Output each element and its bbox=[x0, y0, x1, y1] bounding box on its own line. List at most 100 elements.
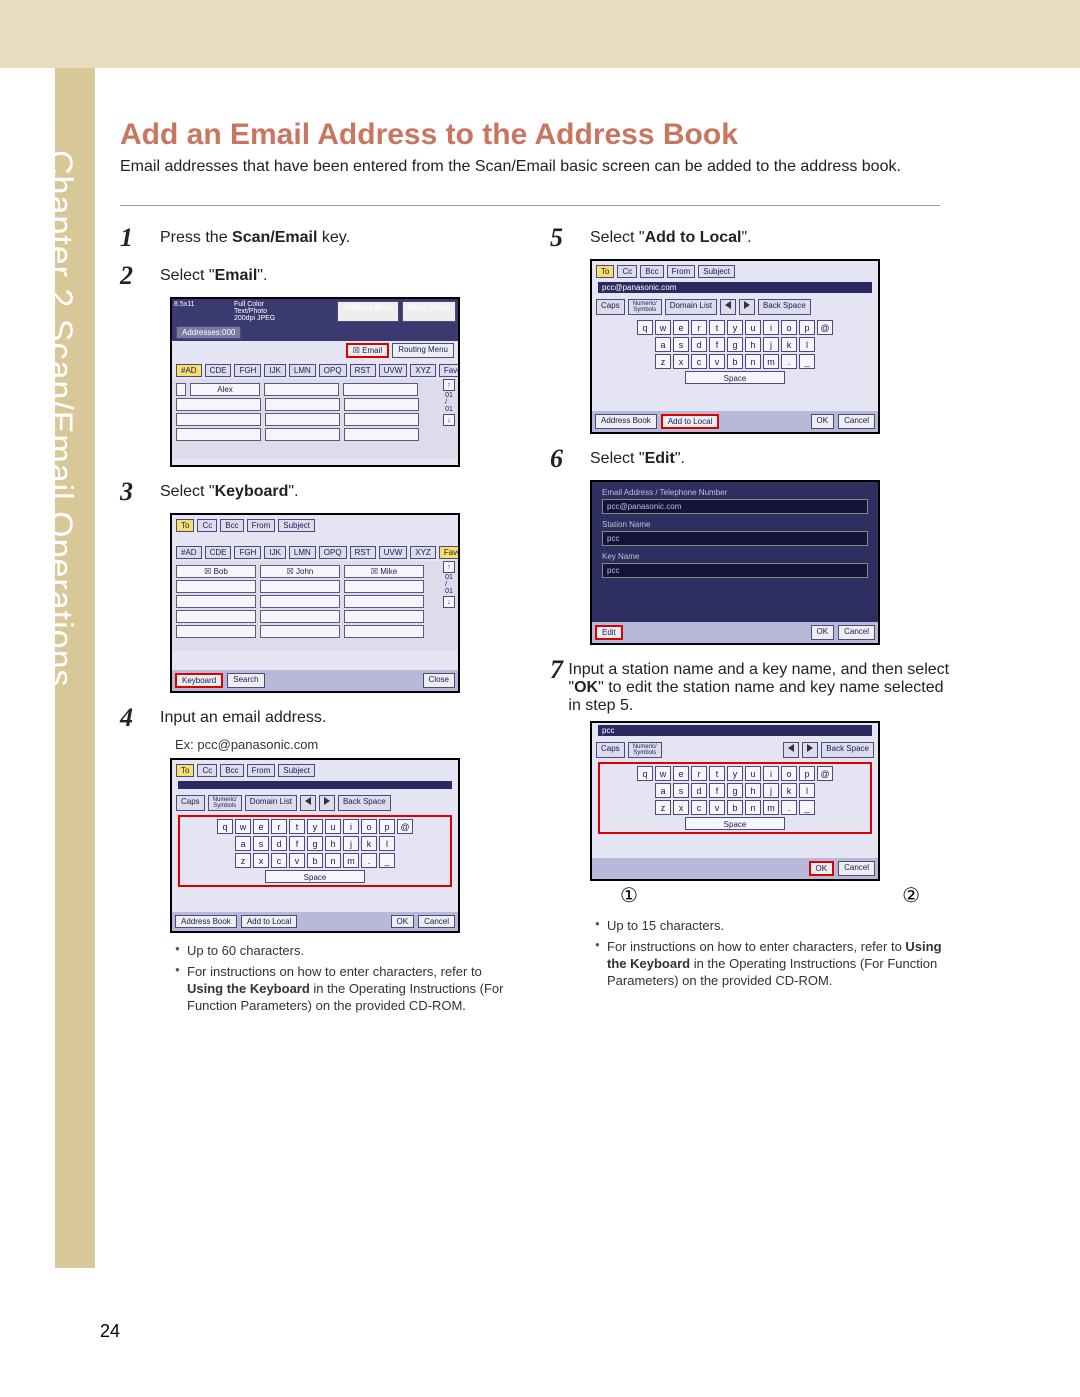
alpha-tab[interactable]: CDE bbox=[205, 546, 232, 559]
key[interactable]: a bbox=[655, 783, 671, 798]
key[interactable]: w bbox=[655, 320, 671, 335]
key[interactable]: x bbox=[673, 800, 689, 815]
key[interactable]: k bbox=[781, 783, 797, 798]
alpha-tab[interactable]: UVW bbox=[379, 364, 408, 377]
key[interactable]: x bbox=[673, 354, 689, 369]
key[interactable]: p bbox=[379, 819, 395, 834]
numeric-symbols-button[interactable]: Numeric/ Symbols bbox=[628, 742, 662, 758]
key[interactable]: @ bbox=[397, 819, 413, 834]
key[interactable]: l bbox=[799, 337, 815, 352]
space-key[interactable]: Space bbox=[265, 870, 365, 883]
key[interactable]: j bbox=[763, 783, 779, 798]
key[interactable]: s bbox=[673, 337, 689, 352]
key[interactable]: m bbox=[763, 354, 779, 369]
key[interactable]: q bbox=[637, 320, 653, 335]
key[interactable]: . bbox=[781, 354, 797, 369]
alpha-tab[interactable]: #AD bbox=[176, 546, 202, 559]
key[interactable]: h bbox=[745, 337, 761, 352]
key[interactable]: t bbox=[709, 320, 725, 335]
key[interactable]: _ bbox=[379, 853, 395, 868]
key[interactable]: g bbox=[727, 783, 743, 798]
key[interactable]: t bbox=[709, 766, 725, 781]
alpha-tab[interactable]: #AD bbox=[176, 364, 202, 377]
cursor-right-button[interactable] bbox=[802, 742, 818, 758]
key[interactable]: n bbox=[745, 354, 761, 369]
close-button[interactable]: Close bbox=[423, 673, 455, 688]
key[interactable]: c bbox=[271, 853, 287, 868]
key[interactable]: . bbox=[361, 853, 377, 868]
cancel-button[interactable]: Cancel bbox=[838, 414, 875, 429]
key[interactable]: b bbox=[307, 853, 323, 868]
alpha-tab[interactable]: OPQ bbox=[319, 364, 347, 377]
cancel-button[interactable]: Cancel bbox=[418, 915, 455, 928]
key[interactable]: e bbox=[673, 766, 689, 781]
to-tab[interactable]: To bbox=[596, 265, 614, 278]
ok-button[interactable]: OK bbox=[811, 625, 835, 640]
key[interactable]: b bbox=[727, 354, 743, 369]
contact-entry[interactable]: ☒ Mike bbox=[344, 565, 424, 578]
key[interactable]: c bbox=[691, 800, 707, 815]
key[interactable]: k bbox=[781, 337, 797, 352]
key[interactable]: d bbox=[271, 836, 287, 851]
alpha-tab[interactable]: FGH bbox=[234, 546, 261, 559]
key[interactable]: y bbox=[727, 320, 743, 335]
to-tab[interactable]: To bbox=[176, 764, 194, 777]
alpha-tab[interactable]: RST bbox=[350, 546, 376, 559]
alpha-tab[interactable]: CDE bbox=[205, 364, 232, 377]
key[interactable]: g bbox=[727, 337, 743, 352]
key[interactable]: s bbox=[253, 836, 269, 851]
key[interactable]: v bbox=[289, 853, 305, 868]
key[interactable]: _ bbox=[799, 800, 815, 815]
key[interactable]: p bbox=[799, 766, 815, 781]
key[interactable]: f bbox=[709, 783, 725, 798]
key[interactable]: i bbox=[763, 320, 779, 335]
key[interactable]: j bbox=[763, 337, 779, 352]
input-field[interactable]: pcc bbox=[598, 725, 872, 736]
back-space-button[interactable]: Back Space bbox=[758, 299, 811, 315]
to-tab[interactable]: To bbox=[176, 519, 194, 532]
key[interactable]: q bbox=[637, 766, 653, 781]
key[interactable]: m bbox=[763, 800, 779, 815]
bcc-tab[interactable]: Bcc bbox=[220, 519, 243, 532]
space-key[interactable]: Space bbox=[685, 817, 785, 830]
ok-button[interactable]: OK bbox=[391, 915, 415, 928]
key[interactable]: y bbox=[307, 819, 323, 834]
key[interactable]: _ bbox=[799, 354, 815, 369]
key[interactable]: o bbox=[781, 320, 797, 335]
routing-menu-button[interactable]: Routing Menu bbox=[392, 343, 454, 358]
key[interactable]: a bbox=[235, 836, 251, 851]
key[interactable]: h bbox=[325, 836, 341, 851]
key[interactable]: n bbox=[325, 853, 341, 868]
address-book-button[interactable]: Address Book bbox=[175, 915, 237, 928]
key[interactable]: f bbox=[289, 836, 305, 851]
cursor-left-button[interactable] bbox=[300, 795, 316, 811]
keyboard-button[interactable]: Keyboard bbox=[175, 673, 223, 688]
key[interactable]: n bbox=[745, 800, 761, 815]
basic-menu-button[interactable]: Basic Menu bbox=[402, 301, 456, 322]
key[interactable]: l bbox=[379, 836, 395, 851]
key[interactable]: x bbox=[253, 853, 269, 868]
from-tab[interactable]: From bbox=[247, 519, 276, 532]
domain-list-button[interactable]: Domain List bbox=[245, 795, 297, 811]
cursor-left-button[interactable] bbox=[720, 299, 736, 315]
numeric-symbols-button[interactable]: Numeric/ Symbols bbox=[628, 299, 662, 315]
key[interactable]: . bbox=[781, 800, 797, 815]
search-button[interactable]: Search bbox=[227, 673, 264, 688]
key[interactable]: q bbox=[217, 819, 233, 834]
key[interactable]: r bbox=[271, 819, 287, 834]
caps-button[interactable]: Caps bbox=[596, 299, 625, 315]
alpha-tab[interactable]: IJK bbox=[264, 364, 286, 377]
cancel-button[interactable]: Cancel bbox=[838, 861, 875, 876]
space-key[interactable]: Space bbox=[685, 371, 785, 384]
add-to-local-button[interactable]: Add to Local bbox=[241, 915, 297, 928]
input-field[interactable]: pcc@panasonic.com bbox=[598, 282, 872, 293]
contact-entry[interactable]: Alex bbox=[190, 383, 260, 396]
alpha-tab[interactable]: RST bbox=[350, 364, 376, 377]
key[interactable]: h bbox=[745, 783, 761, 798]
cursor-right-button[interactable] bbox=[739, 299, 755, 315]
key[interactable]: m bbox=[343, 853, 359, 868]
cursor-right-button[interactable] bbox=[319, 795, 335, 811]
alpha-tab[interactable]: OPQ bbox=[319, 546, 347, 559]
ok-button[interactable]: OK bbox=[811, 414, 835, 429]
back-space-button[interactable]: Back Space bbox=[338, 795, 391, 811]
